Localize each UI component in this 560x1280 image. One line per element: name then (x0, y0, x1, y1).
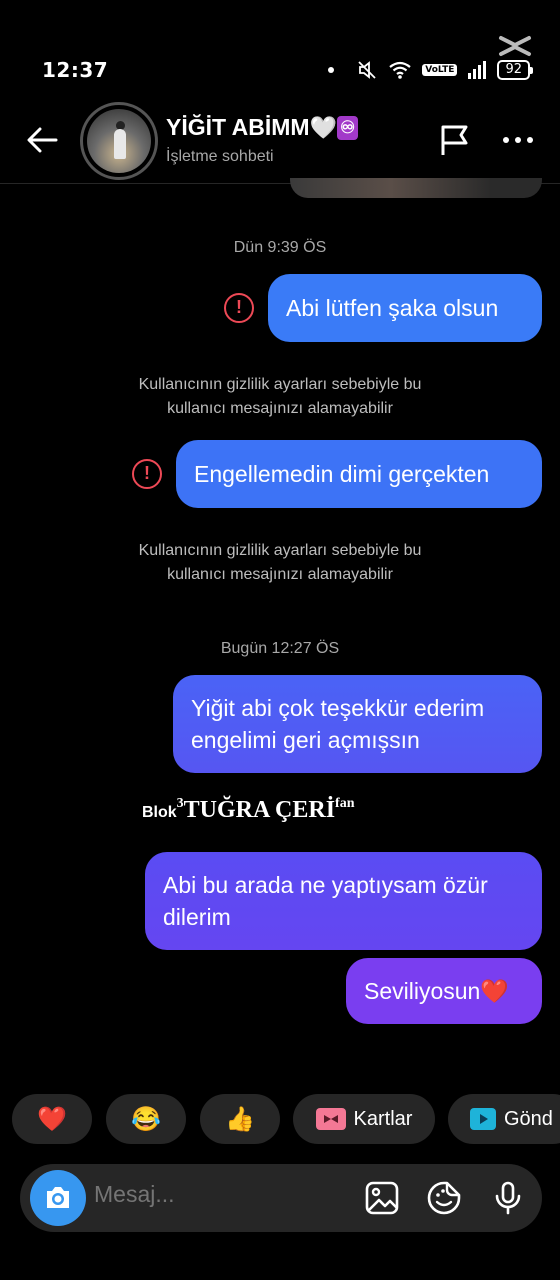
signal-icon (468, 61, 487, 79)
camera-icon (47, 1187, 69, 1208)
watermark-sup: fan (335, 796, 355, 811)
battery-indicator: 92 (497, 60, 533, 80)
quick-reply-heart[interactable]: ❤️ (12, 1094, 92, 1144)
volte-badge: VoLTE (422, 64, 458, 76)
send-video-icon (470, 1108, 496, 1130)
message-bubble[interactable]: Seviliyosun❤️ (346, 958, 542, 1024)
send-label: Gönd (504, 1107, 553, 1130)
heart-emoji-icon: ❤️ (37, 1105, 67, 1133)
avatar[interactable] (80, 102, 158, 180)
cards-label: Kartlar (353, 1107, 413, 1130)
gallery-icon[interactable] (364, 1180, 400, 1216)
watermark-sup: 3 (176, 796, 184, 811)
message-text: Seviliyosun❤️ (364, 978, 509, 1004)
quick-replies: ❤️ 😂 👍 Kartlar Gönd (12, 1094, 560, 1144)
chat-header: YİĞİT ABİMM🤍 ♾ İşletme sohbeti (0, 100, 560, 184)
privacy-notice-line: kullanıcı mesajınızı alamayabilir (167, 400, 393, 417)
quick-reply-thumbs-up[interactable]: 👍 (200, 1094, 280, 1144)
contact-name-text: YİĞİT ABİMM (166, 114, 310, 140)
privacy-notice-line: Kullanıcının gizlilik ayarları sebebiyle… (138, 376, 422, 393)
capcut-logo-icon (499, 36, 531, 56)
flag-icon[interactable] (436, 122, 472, 158)
status-icons: VoLTE 92 (328, 58, 533, 82)
laughing-emoji-icon: 😂 (131, 1105, 161, 1133)
mute-icon (358, 61, 376, 79)
privacy-notice: Kullanıcının gizlilik ayarları sebebiyle… (0, 539, 560, 587)
privacy-notice: Kullanıcının gizlilik ayarları sebebiyle… (0, 373, 560, 421)
message-text: Engellemedin dimi gerçekten (194, 461, 490, 487)
message-text: Yiğit abi çok teşekkür ederim (191, 695, 485, 721)
message-bubble[interactable]: Yiğit abi çok teşekkür ederim engelimi g… (173, 675, 542, 773)
timestamp-today: Bugün 12:27 ÖS (220, 640, 340, 657)
business-chat-label: İşletme sohbeti (166, 148, 274, 165)
error-icon[interactable]: ! (224, 293, 254, 323)
status-bar: 12:37 VoLTE 92 (0, 0, 560, 100)
microphone-icon[interactable] (490, 1180, 526, 1216)
error-icon[interactable]: ! (132, 459, 162, 489)
watermark-part: Blok (142, 804, 177, 821)
cards-icon (315, 1108, 346, 1130)
more-options-icon[interactable] (498, 122, 538, 158)
avatar-image (87, 109, 151, 173)
message-text: Abi lütfen şaka olsun (286, 295, 499, 321)
status-time: 12:37 (42, 58, 109, 82)
message-bubble[interactable]: Abi lütfen şaka olsun (268, 274, 542, 342)
quick-reply-laugh[interactable]: 😂 (106, 1094, 186, 1144)
shared-media-preview[interactable] (290, 178, 542, 198)
message-bubble[interactable]: Engellemedin dimi gerçekten (176, 440, 542, 508)
timestamp-yesterday: Dün 9:39 ÖS (233, 239, 327, 256)
watermark-name: TUĞRA ÇERİ (183, 797, 336, 823)
thumbs-up-emoji-icon: 👍 (225, 1105, 255, 1133)
message-text: engelimi geri açmışsın (191, 727, 420, 753)
privacy-notice-line: Kullanıcının gizlilik ayarları sebebiyle… (138, 542, 422, 559)
quick-reply-cards[interactable]: Kartlar (293, 1094, 435, 1144)
infinity-emoji: ♾ (336, 116, 359, 140)
video-watermark: Blok3TUĞRA ÇERİfan (142, 796, 354, 824)
message-composer (20, 1164, 542, 1232)
white-heart-emoji: 🤍 (309, 115, 337, 140)
quick-reply-send[interactable]: Gönd (448, 1094, 560, 1144)
wifi-icon (389, 61, 411, 79)
notification-dot-icon (328, 67, 335, 73)
camera-button[interactable] (30, 1170, 86, 1226)
sticker-icon[interactable] (426, 1180, 462, 1216)
message-text: dilerim (163, 904, 231, 930)
message-input[interactable] (94, 1181, 354, 1208)
message-text: Abi bu arada ne yaptıysam özür (163, 872, 488, 898)
back-arrow-icon[interactable] (22, 120, 62, 160)
privacy-notice-line: kullanıcı mesajınızı alamayabilir (167, 566, 393, 583)
contact-name[interactable]: YİĞİT ABİMM🤍 ♾ (166, 114, 359, 141)
message-bubble[interactable]: Abi bu arada ne yaptıysam özür dilerim (145, 852, 542, 950)
